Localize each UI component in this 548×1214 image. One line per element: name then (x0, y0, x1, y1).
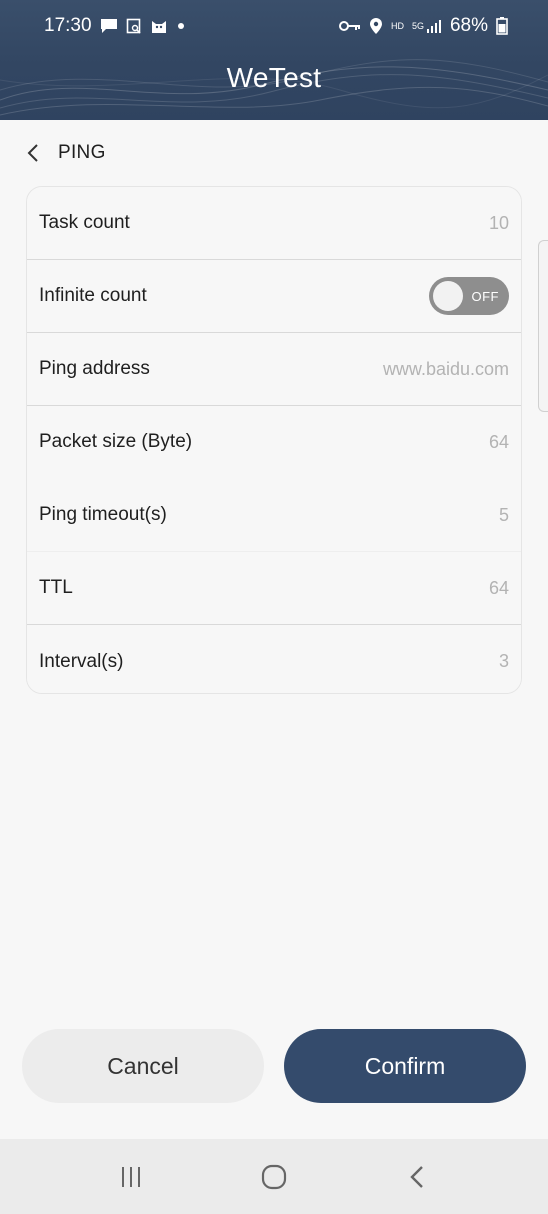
setting-label: Ping timeout(s) (39, 504, 167, 525)
setting-label: Interval(s) (39, 650, 124, 672)
location-icon (369, 17, 383, 35)
battery-percent: 68% (449, 15, 488, 36)
home-icon[interactable] (244, 1147, 304, 1207)
setting-row-packet-size[interactable]: Packet size (Byte) 64 (27, 406, 521, 479)
setting-label: Packet size (Byte) (39, 431, 193, 452)
cancel-button[interactable]: Cancel (22, 1029, 264, 1103)
setting-row-ping-address[interactable]: Ping address www.baidu.com (27, 333, 521, 406)
battery-icon (496, 17, 508, 35)
setting-value: www.baidu.com (382, 358, 509, 379)
chat-icon (100, 18, 118, 34)
page-title: PING (58, 142, 106, 163)
setting-value: 10 (488, 212, 509, 233)
app-header: 17:30 HD 5G 68% WeTest (0, 0, 548, 120)
key-icon (338, 19, 361, 33)
setting-row-ttl[interactable]: TTL 64 (27, 552, 521, 625)
setting-label: Task count (39, 212, 130, 233)
back-chevron-icon[interactable] (22, 142, 44, 164)
setting-value: 64 (488, 577, 509, 598)
setting-row-ping-timeout[interactable]: Ping timeout(s) 5 (27, 479, 521, 552)
hd-label: HD (390, 21, 404, 31)
infinite-count-toggle[interactable]: OFF (429, 277, 509, 315)
setting-row-interval[interactable]: Interval(s) 3 (27, 625, 521, 693)
5g-signal-icon: 5G (412, 19, 442, 33)
confirm-button[interactable]: Confirm (284, 1029, 526, 1103)
setting-label: TTL (39, 577, 73, 598)
page-header: PING (0, 120, 548, 186)
screenshot-icon (126, 18, 142, 34)
dot-icon (176, 21, 186, 31)
network-label: 5G (411, 21, 424, 31)
cat-icon (150, 18, 168, 34)
status-bar: 17:30 HD 5G 68% (0, 0, 548, 52)
toggle-knob (433, 281, 463, 311)
setting-label: Ping address (39, 358, 150, 379)
setting-value: 5 (498, 504, 509, 525)
scroll-indicator[interactable] (538, 240, 548, 412)
setting-value: 3 (498, 651, 509, 671)
system-nav-bar (0, 1139, 548, 1214)
back-icon[interactable] (387, 1147, 447, 1207)
toggle-text: OFF (471, 288, 499, 304)
setting-row-infinite-count: Infinite count OFF (27, 260, 521, 333)
recent-apps-icon[interactable] (101, 1147, 161, 1207)
app-title: WeTest (226, 62, 322, 93)
setting-label: Infinite count (39, 285, 147, 306)
status-time: 17:30 (44, 15, 92, 36)
setting-value: 64 (488, 431, 509, 452)
settings-card: Task count 10 Infinite count OFF Ping ad… (26, 186, 522, 694)
setting-row-task-count[interactable]: Task count 10 (27, 187, 521, 260)
